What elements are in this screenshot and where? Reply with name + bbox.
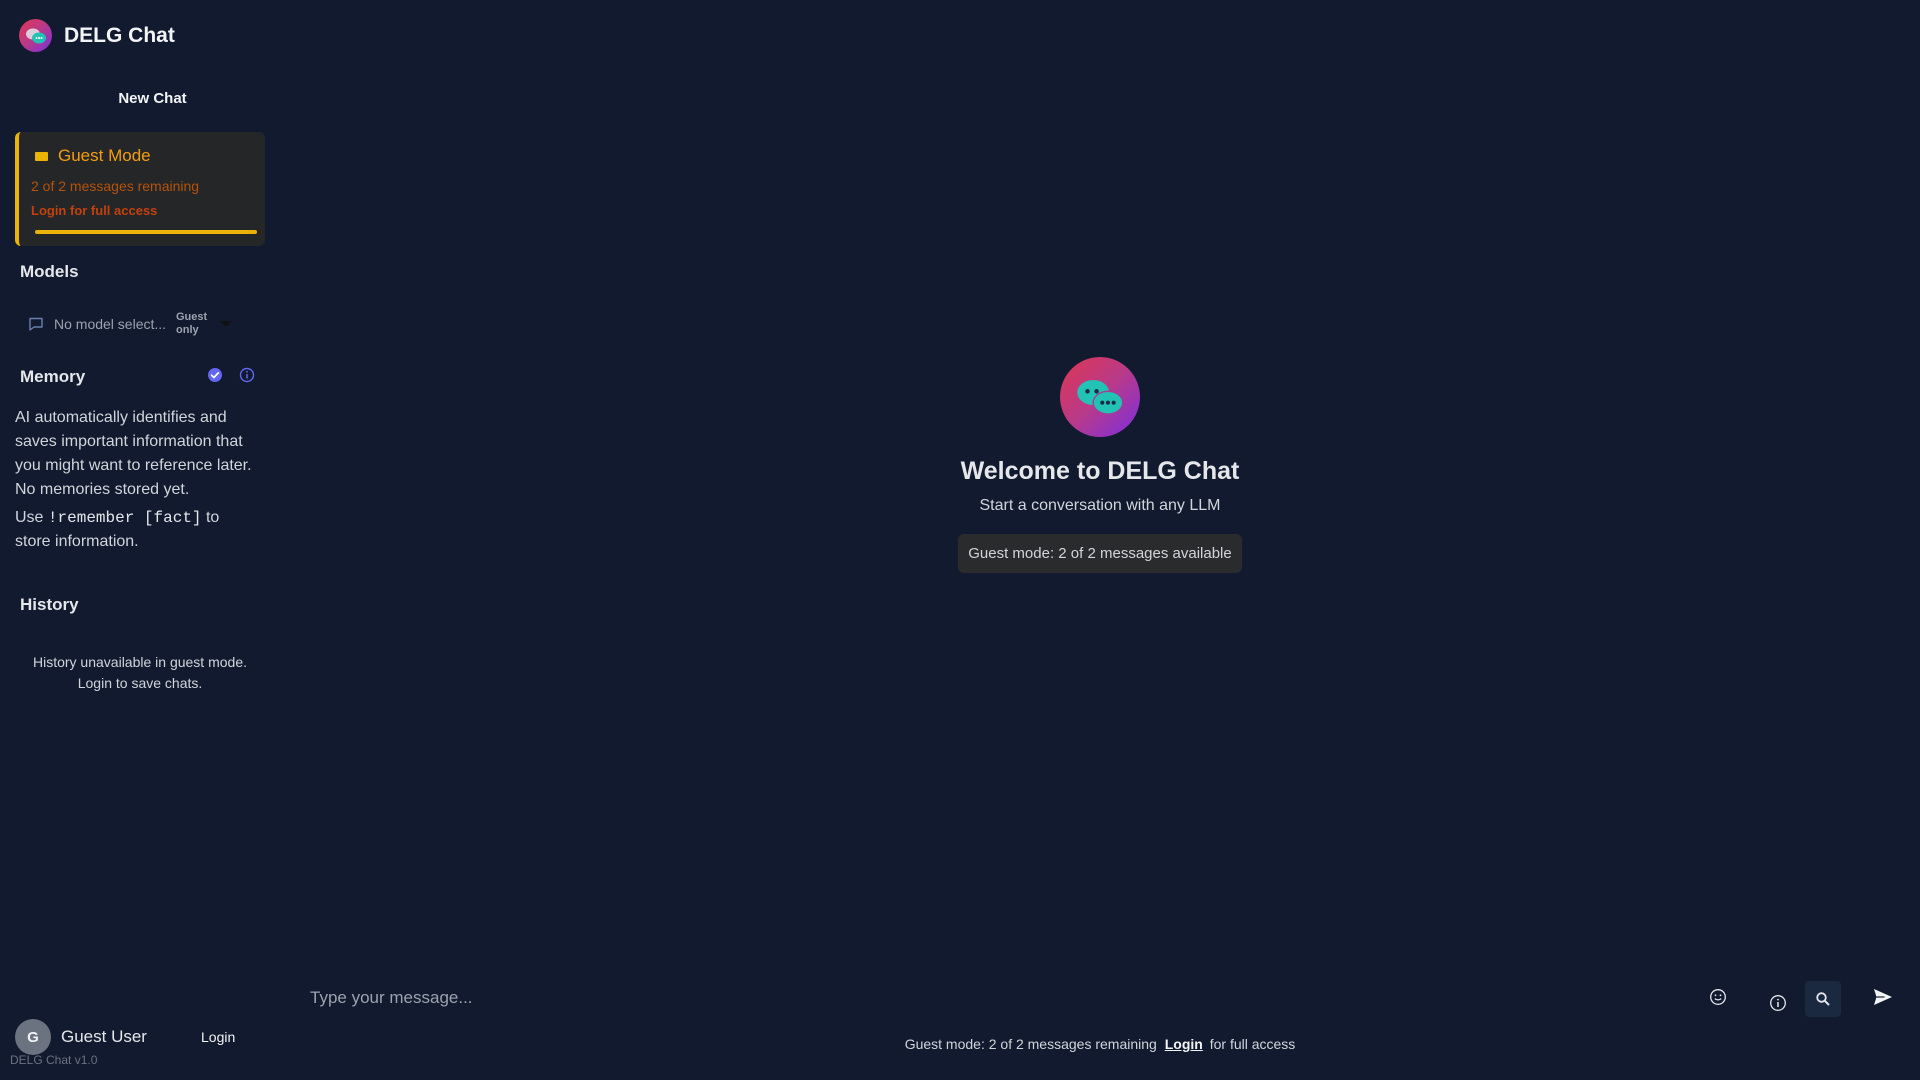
search-button[interactable] (1805, 981, 1841, 1017)
brand: DELG Chat (19, 19, 175, 52)
send-button[interactable] (1865, 979, 1901, 1015)
guest-only-badge: Guest only (176, 311, 208, 336)
info-button[interactable] (1760, 985, 1796, 1021)
welcome-title: Welcome to DELG Chat (960, 457, 1240, 485)
memory-usage: Use !remember [fact] to store informatio… (15, 509, 220, 550)
memory-empty: No memories stored yet. (15, 481, 190, 498)
footer-login-link[interactable]: Login (1165, 1036, 1203, 1052)
info-icon (1770, 995, 1786, 1011)
guest-messages-remaining: 2 of 2 messages remaining (31, 178, 200, 194)
guest-login-link[interactable]: Login for full access (31, 203, 253, 218)
model-select-value: No model select... (54, 316, 167, 332)
models-title: Models (20, 262, 79, 281)
guest-progress-bar (35, 230, 257, 234)
info-icon[interactable] (239, 367, 255, 383)
guest-flag-icon (35, 151, 48, 161)
message-input[interactable] (290, 983, 1660, 1013)
chevron-down-icon (220, 321, 232, 327)
guest-progress-fill (35, 230, 257, 234)
memory-controls (207, 367, 255, 383)
app-title: DELG Chat (64, 23, 175, 47)
sidebar: DELG Chat New Chat Guest Mode 2 of 2 mes… (0, 0, 280, 1080)
check-badge-icon[interactable] (207, 367, 223, 383)
welcome-panel: Welcome to DELG Chat Start a conversatio… (900, 357, 1300, 573)
history-unavailable-note: History unavailable in guest mode. Login… (32, 654, 247, 691)
guest-mode-pill: Guest mode: 2 of 2 messages available (958, 534, 1242, 573)
welcome-subtitle: Start a conversation with any LLM (979, 497, 1221, 514)
history-title: History (20, 595, 79, 614)
memory-description: AI automatically identifies and saves im… (15, 406, 255, 554)
emoji-icon (1710, 989, 1726, 1005)
guest-mode-card: Guest Mode 2 of 2 messages remaining Log… (15, 132, 265, 246)
new-chat-button[interactable]: New Chat (0, 90, 305, 107)
guest-footer-note: Guest mode: 2 of 2 messages remaining Lo… (904, 1036, 1296, 1052)
model-select[interactable]: No model select... Guest only (28, 307, 250, 341)
app-logo-icon (19, 19, 52, 52)
app-version: DELG Chat v1.0 (10, 1053, 98, 1067)
chat-bubbles-icon (1060, 357, 1140, 437)
message-composer (290, 975, 1892, 1025)
send-icon (1874, 989, 1892, 1005)
memory-title: Memory (20, 367, 86, 386)
emoji-button[interactable] (1700, 979, 1736, 1015)
guest-mode-title: Guest Mode (58, 146, 151, 165)
chat-icon (29, 317, 43, 331)
search-icon (1816, 992, 1830, 1006)
